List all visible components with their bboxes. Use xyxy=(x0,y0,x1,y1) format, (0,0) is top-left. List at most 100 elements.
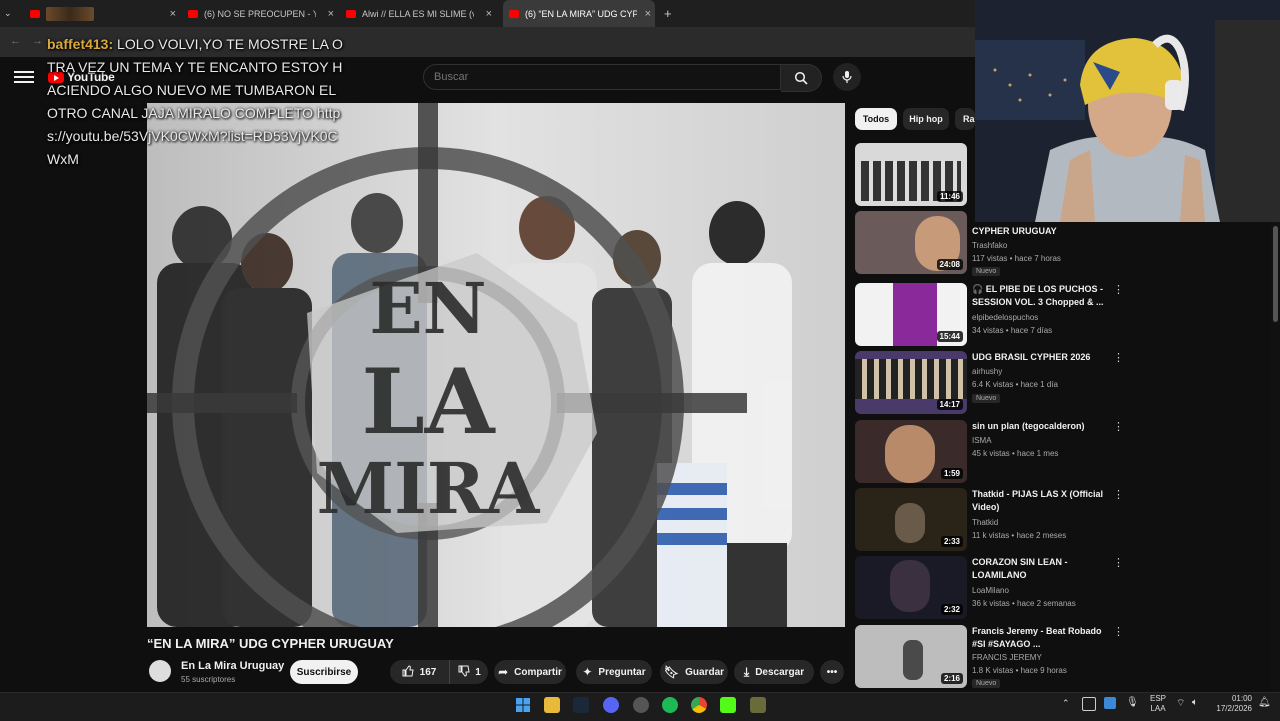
download-button[interactable]: ⤓ Descargar xyxy=(734,660,814,684)
scrollbar-thumb[interactable] xyxy=(1273,226,1278,322)
wifi-icon[interactable]: ⌔ xyxy=(1176,697,1185,710)
save-label: Guardar xyxy=(685,666,725,678)
chip-hip-hop[interactable]: Hip hop xyxy=(903,108,949,130)
rec-title[interactable]: sin un plan (tegocalderon) xyxy=(972,420,1112,433)
rec-duration: 11:46 xyxy=(936,191,963,202)
tray-app-icon[interactable] xyxy=(1082,697,1096,711)
rec-item-3[interactable]: 15:44 🎧 EL PIBE DE LOS PUCHOS - SESSION … xyxy=(855,283,1125,347)
file-explorer-icon[interactable] xyxy=(544,697,560,713)
system-clock[interactable]: 01:00 17/2/2026 xyxy=(1214,694,1252,714)
rec-thumbnail[interactable]: 24:08 xyxy=(855,211,967,274)
rec-thumbnail[interactable]: 2:32 xyxy=(855,556,967,619)
scrollbar[interactable] xyxy=(1271,222,1280,692)
chip-todos[interactable]: Todos xyxy=(855,108,897,130)
rec-channel[interactable]: Thatkid xyxy=(972,518,998,527)
rec-channel[interactable]: elpibedelospuchos xyxy=(972,313,1038,322)
voice-search-button[interactable] xyxy=(833,63,861,91)
notifications-icon[interactable]: 🔔︎ xyxy=(1258,697,1271,708)
rec-thumbnail[interactable]: 11:46 xyxy=(855,143,967,206)
rec-duration: 2:32 xyxy=(940,604,963,615)
chip-ra[interactable]: Ra xyxy=(955,108,975,130)
rec-title[interactable]: UDG BRASIL CYPHER 2026 xyxy=(972,351,1112,364)
volume-icon[interactable]: 🔈︎ xyxy=(1192,697,1198,708)
windows-start-icon[interactable] xyxy=(515,697,531,713)
rec-channel[interactable]: LoaMilano xyxy=(972,586,1009,595)
more-icon: ••• xyxy=(826,666,838,678)
rec-item-4[interactable]: 14:17 UDG BRASIL CYPHER 2026 airhushy 6.… xyxy=(855,351,1125,415)
menu-icon[interactable] xyxy=(14,68,34,84)
rec-thumbnail[interactable]: 2:33 xyxy=(855,488,967,551)
rec-title[interactable]: 🎧 EL PIBE DE LOS PUCHOS - SESSION VOL. 3… xyxy=(972,283,1112,309)
rec-thumbnail[interactable]: 14:17 xyxy=(855,351,967,414)
more-actions-button[interactable]: ••• xyxy=(820,660,844,684)
youtube-favicon-icon xyxy=(188,9,198,18)
more-vert-icon[interactable]: ⋮ xyxy=(1113,351,1124,364)
share-button[interactable]: ➦ Compartir xyxy=(494,660,566,684)
search-input[interactable] xyxy=(423,64,781,90)
ask-button[interactable]: ✦ Preguntar xyxy=(576,660,652,684)
rec-channel[interactable]: airhushy xyxy=(972,367,1002,376)
security-icon[interactable] xyxy=(1104,697,1116,709)
back-arrow-icon[interactable]: ← xyxy=(10,35,21,47)
browser-tab-1[interactable]: × xyxy=(30,0,180,27)
close-tab-icon[interactable]: × xyxy=(328,8,334,20)
language-indicator[interactable]: ESP LAA xyxy=(1150,694,1166,714)
spotify-icon[interactable] xyxy=(662,697,678,713)
download-label: Descargar xyxy=(755,666,805,678)
browser-tab-3[interactable]: Alwi // ELLA ES MI SLIME (video × xyxy=(346,0,496,27)
more-vert-icon[interactable]: ⋮ xyxy=(1113,488,1124,501)
browser-tab-2[interactable]: (6) NO SE PREOCUPEN - YouTube × xyxy=(188,0,338,27)
clock-date: 17/2/2026 xyxy=(1216,704,1252,713)
rec-channel[interactable]: ISMA xyxy=(972,436,992,445)
rec-item-5[interactable]: 1:59 sin un plan (tegocalderon) ISMA 45 … xyxy=(855,420,1125,484)
tab-list-button[interactable]: ⌄ xyxy=(4,0,20,27)
kick-icon[interactable] xyxy=(720,697,736,713)
rec-duration: 2:33 xyxy=(940,536,963,547)
subscribe-button[interactable]: Suscribirse xyxy=(290,660,358,684)
rec-thumbnail[interactable]: 2:16 xyxy=(855,625,967,688)
rec-thumbnail[interactable]: 15:44 xyxy=(855,283,967,346)
rec-title[interactable]: Thatkid - PIJAS LAS X (Official Video) xyxy=(972,488,1112,514)
rec-thumbnail[interactable]: 1:59 xyxy=(855,420,967,483)
thumbs-up-icon xyxy=(402,664,414,680)
discord-icon[interactable] xyxy=(603,697,619,713)
thumb-art xyxy=(855,359,967,399)
browser-tab-4-active[interactable]: (6) “EN LA MIRA” UDG CYPHER × xyxy=(503,0,655,27)
search-icon xyxy=(794,71,808,85)
video-player[interactable]: EN LA MIRA xyxy=(147,103,845,627)
more-vert-icon[interactable]: ⋮ xyxy=(1113,283,1124,296)
more-vert-icon[interactable]: ⋮ xyxy=(1113,420,1124,433)
search-button[interactable] xyxy=(781,64,822,92)
mic-tray-icon[interactable]: 🎙︎ xyxy=(1126,697,1139,708)
rec-channel[interactable]: Trashfako xyxy=(972,241,1007,250)
rec-item-8[interactable]: 2:16 Francis Jeremy - Beat Robado #SI #S… xyxy=(855,625,1125,689)
rec-channel[interactable]: FRANCIS JEREMY xyxy=(972,653,1042,662)
channel-name[interactable]: En La Mira Uruguay xyxy=(181,660,284,672)
new-tab-button[interactable]: + xyxy=(664,0,678,27)
app-icon[interactable] xyxy=(750,697,766,713)
browser-tab-strip: ⌄ × (6) NO SE PREOCUPEN - YouTube × Alwi… xyxy=(0,0,975,27)
chrome-icon[interactable] xyxy=(691,697,707,713)
more-vert-icon[interactable]: ⋮ xyxy=(1113,625,1124,638)
rec-title[interactable]: CORAZON SIN LEAN - LOAMILANO xyxy=(972,556,1112,582)
close-tab-icon[interactable]: × xyxy=(486,8,492,20)
like-button[interactable]: 167 xyxy=(390,660,448,684)
save-button[interactable]: 🔖︎ Guardar xyxy=(660,660,728,684)
forward-arrow-icon[interactable]: → xyxy=(32,35,43,47)
rec-title[interactable]: Francis Jeremy - Beat Robado #SI #SAYAGO… xyxy=(972,625,1112,651)
dislike-button[interactable]: 1 xyxy=(449,660,489,684)
close-tab-icon[interactable]: × xyxy=(645,8,651,20)
steam-icon[interactable] xyxy=(573,697,589,713)
channel-avatar[interactable] xyxy=(149,660,171,682)
rec-badge: Nuevo xyxy=(972,679,1001,688)
clock-time: 01:00 xyxy=(1231,694,1252,703)
webcam-overlay xyxy=(975,0,1280,222)
rec-title[interactable]: CYPHER URUGUAY xyxy=(972,225,1112,238)
more-vert-icon[interactable]: ⋮ xyxy=(1113,556,1124,569)
chevron-up-icon[interactable]: ⌃ xyxy=(1062,698,1070,709)
rec-item-6[interactable]: 2:33 Thatkid - PIJAS LAS X (Official Vid… xyxy=(855,488,1125,552)
obs-icon[interactable] xyxy=(633,697,649,713)
share-icon: ➦ xyxy=(498,665,509,679)
rec-item-7[interactable]: 2:32 CORAZON SIN LEAN - LOAMILANO LoaMil… xyxy=(855,556,1125,620)
close-tab-icon[interactable]: × xyxy=(170,8,176,20)
